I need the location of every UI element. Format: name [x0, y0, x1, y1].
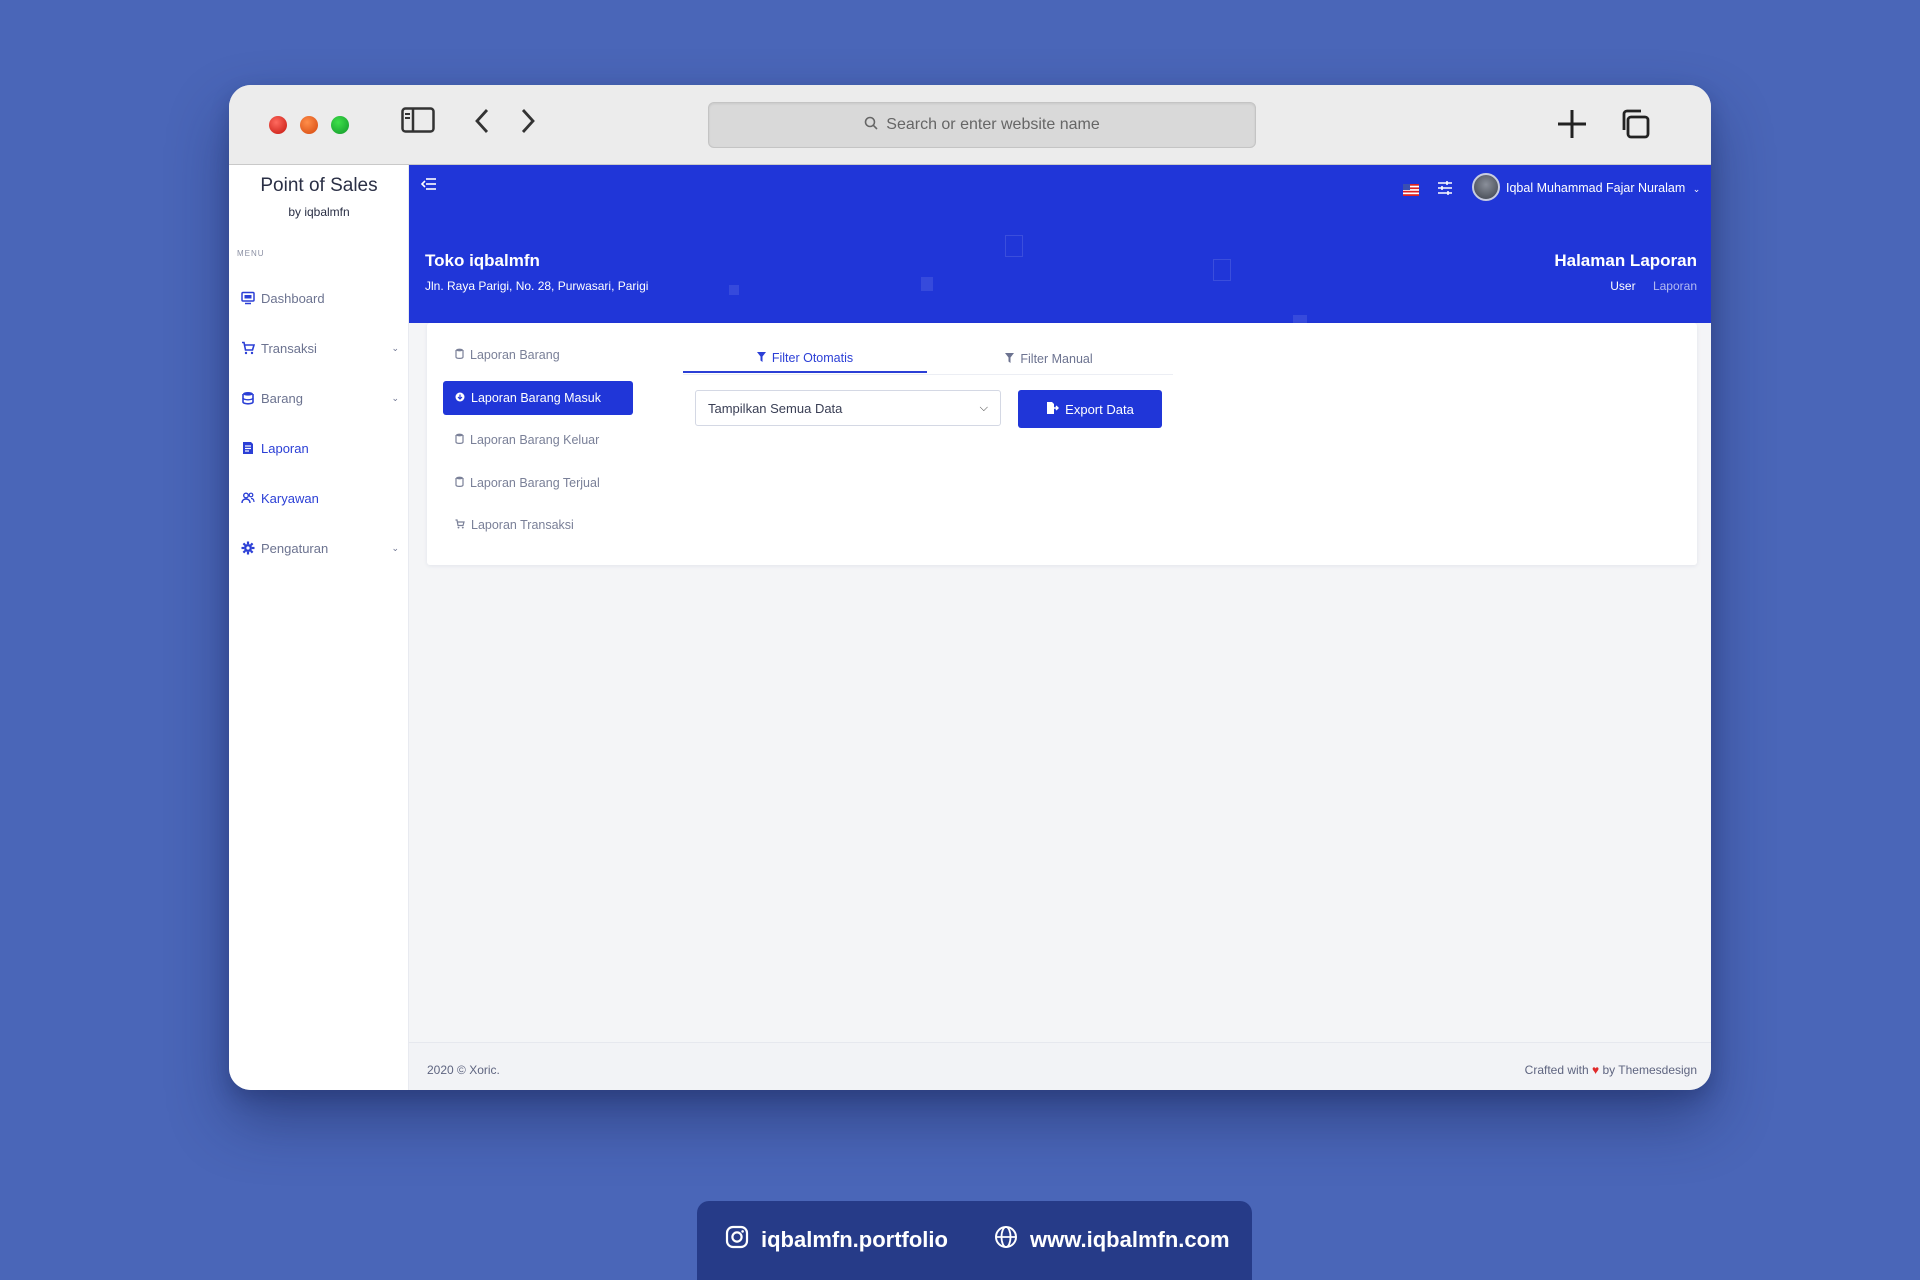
close-window-button[interactable]	[269, 116, 287, 134]
maximize-window-button[interactable]	[331, 116, 349, 134]
sidebar-item-karyawan[interactable]: Karyawan	[241, 485, 399, 511]
cart-icon	[455, 518, 465, 532]
tab-filter-manual[interactable]: Filter Manual	[927, 345, 1171, 373]
sidebar-item-pengaturan[interactable]: Pengaturan ⌄	[241, 535, 399, 561]
address-placeholder: Search or enter website name	[886, 116, 1100, 133]
monitor-icon	[241, 291, 255, 305]
page-footer: 2020 © Xoric. Crafted with ♥ by Themesde…	[409, 1042, 1711, 1090]
filter-icon	[756, 351, 766, 365]
sidebar-item-label: Pengaturan	[261, 540, 329, 556]
sidebar-toggle-icon[interactable]	[401, 107, 435, 138]
menu-toggle-icon[interactable]	[420, 177, 437, 196]
sidebar-item-label: Laporan	[261, 440, 309, 456]
tab-laporan-barang-keluar[interactable]: Laporan Barang Keluar	[443, 423, 633, 457]
select-value: Tampilkan Semua Data	[708, 400, 843, 416]
instagram-link[interactable]: iqbalmfn.portfolio	[725, 1225, 948, 1255]
tab-laporan-barang[interactable]: Laporan Barang	[443, 338, 633, 372]
inbox-icon	[455, 391, 465, 405]
users-icon	[241, 491, 255, 505]
sidebar-item-label: Dashboard	[261, 290, 325, 306]
filter-icon	[1005, 352, 1015, 366]
tab-laporan-barang-masuk[interactable]: Laporan Barang Masuk	[443, 381, 633, 415]
report-card: Laporan Barang Laporan Barang Masuk Lapo…	[427, 323, 1697, 565]
decor-shape	[921, 277, 933, 291]
menu-label: MENU	[237, 249, 265, 258]
back-icon[interactable]	[473, 107, 491, 140]
tab-label: Filter Manual	[1020, 352, 1093, 366]
search-icon	[864, 116, 878, 135]
database-icon	[455, 476, 464, 490]
user-menu[interactable]: Iqbal Muhammad Fajar Nuralam ⌄	[1506, 181, 1700, 195]
tab-label: Laporan Barang Masuk	[471, 391, 601, 405]
instagram-icon	[725, 1225, 749, 1255]
chevron-down-icon: ⌵	[979, 401, 988, 414]
database-icon	[455, 433, 464, 447]
tab-label: Laporan Barang Terjual	[470, 476, 600, 490]
store-address: Jln. Raya Parigi, No. 28, Purwasari, Par…	[425, 279, 649, 293]
credits-suffix: by Themesdesign	[1602, 1063, 1698, 1077]
credits-prefix: Crafted with	[1524, 1063, 1589, 1077]
social-bar: iqbalmfn.portfolio www.iqbalmfn.com	[697, 1201, 1252, 1280]
breadcrumb: User Laporan	[1610, 279, 1697, 293]
decor-shape	[729, 285, 739, 295]
tab-laporan-barang-terjual[interactable]: Laporan Barang Terjual	[443, 466, 633, 500]
cart-icon	[241, 341, 255, 355]
sidebar-item-laporan[interactable]: Laporan	[241, 435, 399, 461]
tab-label: Laporan Transaksi	[471, 518, 574, 532]
chevron-down-icon: ⌄	[391, 392, 399, 403]
sidebar-item-transaksi[interactable]: Transaksi ⌄	[241, 335, 399, 361]
avatar[interactable]	[1472, 173, 1500, 201]
user-name: Iqbal Muhammad Fajar Nuralam	[1506, 181, 1686, 195]
settings-sliders-icon[interactable]	[1437, 180, 1453, 201]
report-icon	[241, 441, 255, 455]
minimize-window-button[interactable]	[300, 116, 318, 134]
chevron-down-icon: ⌄	[391, 342, 399, 353]
decor-shape	[1005, 235, 1023, 257]
file-export-icon	[1046, 401, 1060, 418]
page-header: Iqbal Muhammad Fajar Nuralam ⌄ Toko iqba…	[409, 165, 1711, 323]
address-bar[interactable]: Search or enter website name	[708, 102, 1256, 148]
data-filter-select[interactable]: Tampilkan Semua Data ⌵	[695, 390, 1001, 426]
brand-subtitle: by iqbalmfn	[288, 205, 350, 219]
tabs-overview-icon[interactable]	[1619, 108, 1651, 145]
tab-label: Filter Otomatis	[771, 351, 854, 365]
page-title: Halaman Laporan	[1554, 251, 1697, 270]
decor-shape	[1213, 259, 1231, 281]
website-link[interactable]: www.iqbalmfn.com	[994, 1225, 1230, 1255]
globe-icon	[994, 1225, 1018, 1255]
credits: Crafted with ♥ by Themesdesign	[1525, 1063, 1697, 1077]
copyright-text: 2020 © Xoric.	[427, 1063, 500, 1077]
heart-icon: ♥	[1592, 1063, 1600, 1077]
tabs-divider	[683, 374, 1173, 375]
store-name: Toko iqbalmfn	[425, 251, 540, 270]
chevron-down-icon: ⌄	[1692, 184, 1701, 194]
browser-window: Search or enter website name Point of Sa…	[229, 85, 1711, 1090]
browser-toolbar: Search or enter website name	[229, 85, 1711, 165]
breadcrumb-item[interactable]: User	[1610, 279, 1635, 293]
forward-icon[interactable]	[519, 107, 537, 140]
brand-title: Point of Sales	[260, 175, 378, 196]
sidebar-item-barang[interactable]: Barang ⌄	[241, 385, 399, 411]
tab-label: Laporan Barang Keluar	[470, 433, 600, 447]
sidebar-item-label: Barang	[261, 390, 303, 406]
instagram-handle: iqbalmfn.portfolio	[761, 1227, 948, 1252]
decor-shape	[1293, 315, 1307, 323]
sidebar-item-dashboard[interactable]: Dashboard	[241, 285, 399, 311]
tab-filter-otomatis[interactable]: Filter Otomatis	[683, 345, 927, 373]
sidebar-item-label: Transaksi	[261, 340, 317, 356]
chevron-down-icon: ⌄	[391, 542, 399, 553]
new-tab-icon[interactable]	[1556, 108, 1588, 145]
database-icon	[241, 391, 255, 405]
tab-label: Laporan Barang	[470, 348, 560, 362]
tab-laporan-transaksi[interactable]: Laporan Transaksi	[443, 508, 633, 542]
breadcrumb-item-current: Laporan	[1652, 279, 1697, 293]
website-url: www.iqbalmfn.com	[1029, 1227, 1230, 1252]
gear-icon	[241, 541, 255, 555]
sidebar-item-label: Karyawan	[261, 490, 319, 506]
export-label: Export Data	[1065, 401, 1134, 417]
us-flag-icon[interactable]	[1403, 183, 1419, 196]
database-icon	[455, 348, 464, 362]
export-data-button[interactable]: Export Data	[1018, 390, 1162, 428]
